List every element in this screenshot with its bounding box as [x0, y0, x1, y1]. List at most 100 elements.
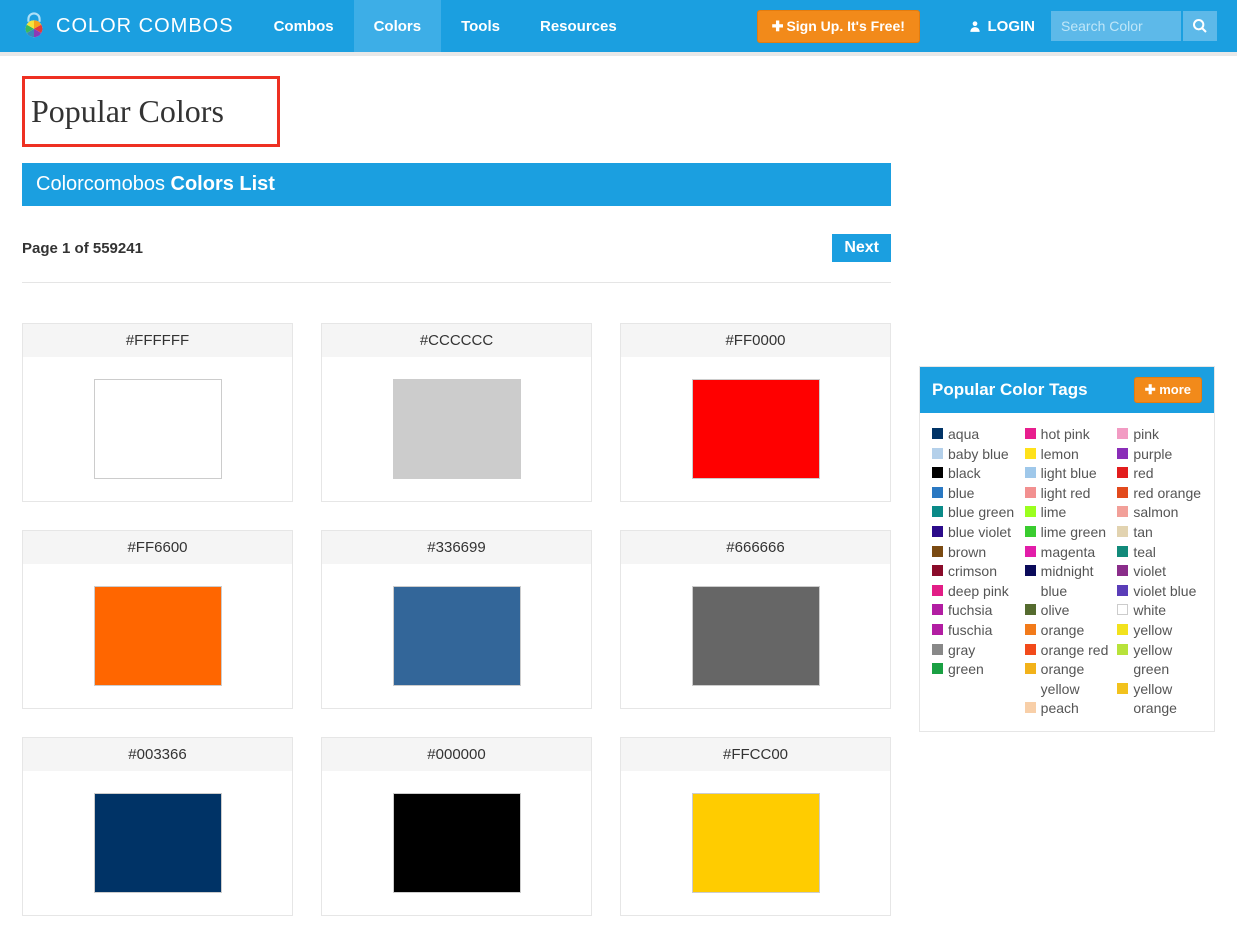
tags-columns: aquababy blueblackblueblue greenblue vio…	[920, 413, 1214, 731]
color-swatch[interactable]	[692, 586, 820, 686]
color-tag[interactable]: blue	[932, 484, 1017, 504]
color-tag[interactable]: yellow green	[1117, 641, 1202, 680]
color-tag[interactable]: fuschia	[932, 621, 1017, 641]
color-tag[interactable]: yellow orange	[1117, 680, 1202, 719]
tag-swatch	[1117, 506, 1128, 517]
color-hex-label[interactable]: #FFCC00	[621, 738, 890, 771]
tag-swatch	[1117, 624, 1128, 635]
tag-swatch	[1025, 644, 1036, 655]
color-tag[interactable]: green	[932, 660, 1017, 680]
tag-swatch	[1025, 506, 1036, 517]
color-tag[interactable]: lime	[1025, 503, 1110, 523]
color-tag[interactable]: peach	[1025, 699, 1110, 719]
color-tag[interactable]: pink	[1117, 425, 1202, 445]
color-swatch[interactable]	[94, 586, 222, 686]
tag-swatch	[1117, 448, 1128, 459]
color-tag[interactable]: orange	[1025, 621, 1110, 641]
nav-item-tools[interactable]: Tools	[441, 0, 520, 52]
color-tag[interactable]: red orange	[1117, 484, 1202, 504]
color-tag[interactable]: fuchsia	[932, 601, 1017, 621]
color-swatch[interactable]	[692, 793, 820, 893]
color-tag[interactable]: gray	[932, 641, 1017, 661]
search-button[interactable]	[1183, 11, 1217, 41]
color-tag[interactable]: midnight blue	[1025, 562, 1110, 601]
color-hex-label[interactable]: #FF0000	[621, 324, 890, 357]
more-tags-button[interactable]: ✚ more	[1134, 377, 1202, 403]
section-divider	[22, 282, 891, 283]
color-swatch[interactable]	[94, 793, 222, 893]
color-hex-label[interactable]: #336699	[322, 531, 591, 564]
color-tag[interactable]: light blue	[1025, 464, 1110, 484]
tag-swatch	[932, 663, 943, 674]
color-swatch[interactable]	[692, 379, 820, 479]
signup-button[interactable]: ✚Sign Up. It's Free!	[757, 10, 920, 43]
color-hex-label[interactable]: #000000	[322, 738, 591, 771]
color-tag[interactable]: hot pink	[1025, 425, 1110, 445]
color-hex-label[interactable]: #666666	[621, 531, 890, 564]
color-tag[interactable]: tan	[1117, 523, 1202, 543]
color-tag[interactable]: orange yellow	[1025, 660, 1110, 699]
color-hex-label[interactable]: #FFFFFF	[23, 324, 292, 357]
search-input[interactable]	[1051, 11, 1181, 41]
nav-item-colors[interactable]: Colors	[354, 0, 442, 52]
color-tag[interactable]: black	[932, 464, 1017, 484]
color-tag[interactable]: lemon	[1025, 445, 1110, 465]
color-tag[interactable]: crimson	[932, 562, 1017, 582]
tag-label: orange yellow	[1041, 660, 1110, 699]
color-tag[interactable]: violet	[1117, 562, 1202, 582]
color-hex-label[interactable]: #CCCCCC	[322, 324, 591, 357]
tag-label: yellow	[1133, 621, 1172, 641]
tag-label: yellow green	[1133, 641, 1202, 680]
tag-swatch	[932, 487, 943, 498]
colors-grid: #FFFFFF #CCCCCC #FF0000 #FF6600 #336699 #6666…	[22, 323, 891, 916]
color-tag[interactable]: aqua	[932, 425, 1017, 445]
color-tag[interactable]: orange red	[1025, 641, 1110, 661]
color-swatch[interactable]	[393, 379, 521, 479]
color-tag[interactable]: magenta	[1025, 543, 1110, 563]
tag-label: black	[948, 464, 981, 484]
tags-title: Popular Color Tags	[932, 380, 1088, 400]
color-tag[interactable]: purple	[1117, 445, 1202, 465]
tag-label: midnight blue	[1041, 562, 1110, 601]
color-tag[interactable]: blue green	[932, 503, 1017, 523]
brand-logo[interactable]: COLOR COMBOS	[20, 12, 234, 40]
color-tag[interactable]: light red	[1025, 484, 1110, 504]
login-link[interactable]: LOGIN	[968, 18, 1036, 35]
page-title: Popular Colors	[22, 76, 280, 147]
color-tag[interactable]: violet blue	[1117, 582, 1202, 602]
nav-item-combos[interactable]: Combos	[254, 0, 354, 52]
color-tag[interactable]: blue violet	[932, 523, 1017, 543]
color-hex-label[interactable]: #003366	[23, 738, 292, 771]
tag-label: lime green	[1041, 523, 1106, 543]
tag-label: red	[1133, 464, 1153, 484]
color-tag[interactable]: lime green	[1025, 523, 1110, 543]
color-tag[interactable]: salmon	[1117, 503, 1202, 523]
color-swatch[interactable]	[393, 586, 521, 686]
nav-item-resources[interactable]: Resources	[520, 0, 637, 52]
color-swatch[interactable]	[393, 793, 521, 893]
tag-label: crimson	[948, 562, 997, 582]
color-card: #CCCCCC	[321, 323, 592, 502]
color-hex-label[interactable]: #FF6600	[23, 531, 292, 564]
color-tag[interactable]: teal	[1117, 543, 1202, 563]
color-tag[interactable]: yellow	[1117, 621, 1202, 641]
color-tag[interactable]: red	[1117, 464, 1202, 484]
tag-swatch	[1117, 526, 1128, 537]
tag-label: violet blue	[1133, 582, 1196, 602]
color-card: #666666	[620, 530, 891, 709]
tag-label: light blue	[1041, 464, 1097, 484]
color-tag[interactable]: olive	[1025, 601, 1110, 621]
color-tag[interactable]: brown	[932, 543, 1017, 563]
next-button[interactable]: Next	[832, 234, 891, 262]
tag-label: fuschia	[948, 621, 992, 641]
tag-swatch	[1117, 604, 1128, 615]
tag-swatch	[1117, 644, 1128, 655]
tag-column: pinkpurpleredred orangesalmontantealviol…	[1117, 425, 1202, 719]
tag-label: green	[948, 660, 984, 680]
color-tag[interactable]: deep pink	[932, 582, 1017, 602]
tag-label: purple	[1133, 445, 1172, 465]
color-tag[interactable]: white	[1117, 601, 1202, 621]
color-swatch[interactable]	[94, 379, 222, 479]
color-tag[interactable]: baby blue	[932, 445, 1017, 465]
swatch-container	[621, 357, 890, 501]
